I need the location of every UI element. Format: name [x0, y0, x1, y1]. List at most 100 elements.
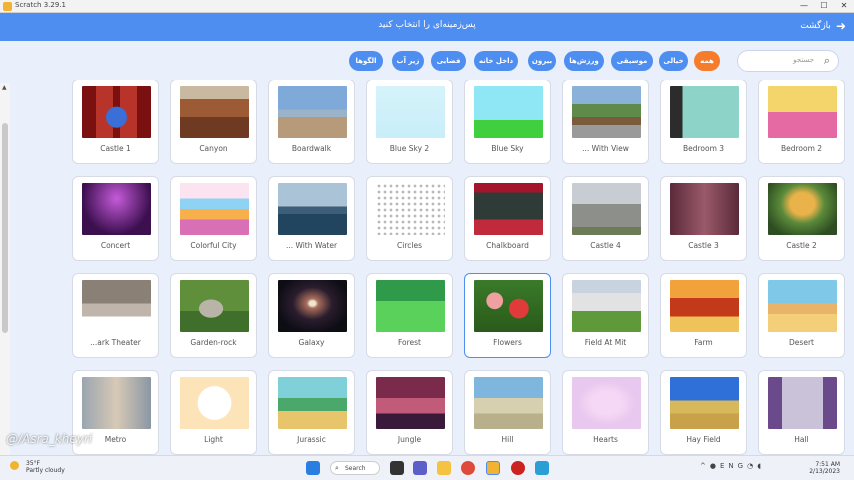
backdrop-thumbnail	[768, 183, 837, 235]
file-explorer-icon[interactable]	[437, 461, 451, 475]
backdrop-thumbnail	[278, 183, 347, 235]
backdrop-thumbnail	[180, 377, 249, 429]
backdrop-label: Blue Sky 2	[389, 144, 430, 153]
filter-pill[interactable]: خیالی	[659, 51, 688, 71]
backdrop-card[interactable]: Galaxy	[268, 273, 355, 358]
backdrop-card[interactable]: Chalkboard	[464, 176, 551, 261]
backdrop-card[interactable]: Forest	[366, 273, 453, 358]
weather-temp: 35°F	[26, 460, 41, 467]
backdrop-label: Castle 2	[786, 241, 817, 250]
backdrop-thumbnail	[474, 183, 543, 235]
backdrop-card[interactable]: Hall	[758, 370, 845, 455]
scrollbar-thumb[interactable]	[2, 123, 8, 333]
search-icon: ⌕	[823, 54, 830, 67]
microphone-icon[interactable]: ●	[710, 462, 720, 470]
backdrop-card[interactable]: Canyon	[170, 80, 257, 164]
backdrop-card[interactable]: ...ark Theater	[72, 273, 159, 358]
teams-icon[interactable]	[413, 461, 427, 475]
backdrop-card[interactable]: Jurassic	[268, 370, 355, 455]
backdrop-card[interactable]: Castle 3	[660, 176, 747, 261]
backdrop-card[interactable]: Hearts	[562, 370, 649, 455]
wifi-icon[interactable]: ◔	[747, 462, 757, 470]
backdrop-card[interactable]: Flowers	[464, 273, 551, 358]
photos-icon[interactable]	[535, 461, 549, 475]
maximize-button[interactable]: ☐	[814, 0, 834, 12]
backdrop-card[interactable]: Colorful City	[170, 176, 257, 261]
backdrop-card[interactable]: Hill	[464, 370, 551, 455]
backdrop-card[interactable]: Castle 2	[758, 176, 845, 261]
scroll-up-icon[interactable]: ▲	[2, 84, 7, 91]
backdrop-thumbnail	[572, 183, 641, 235]
backdrop-card[interactable]: Jungle	[366, 370, 453, 455]
backdrop-card[interactable]: Hay Field	[660, 370, 747, 455]
backdrop-label: Garden-rock	[190, 338, 237, 347]
windows-start-icon[interactable]	[306, 461, 320, 475]
watermark: @/Asra_kheyri	[6, 432, 93, 446]
volume-icon[interactable]: ◖	[757, 462, 765, 470]
filter-pill[interactable]: همه	[694, 51, 720, 71]
backdrop-thumbnail	[82, 183, 151, 235]
backdrop-label: Castle 3	[688, 241, 719, 250]
backdrop-card[interactable]: Castle 1	[72, 80, 159, 164]
language-indicator[interactable]: ENG	[720, 462, 747, 470]
taskbar-search[interactable]: ⌕ Search	[330, 461, 380, 475]
backdrop-thumbnail	[768, 86, 837, 138]
system-tray[interactable]: ^●ENG◔◖	[700, 462, 765, 470]
backdrop-label: Galaxy	[298, 338, 325, 347]
backdrop-card[interactable]: Desert	[758, 273, 845, 358]
weather-desc: Partly cloudy	[26, 467, 65, 474]
clock-time: 7:51 AM	[815, 461, 840, 468]
weather-widget[interactable]: 35°F Partly cloudy	[10, 460, 65, 474]
filter-pill[interactable]: بیرون	[528, 51, 556, 71]
backdrop-thumbnail	[768, 280, 837, 332]
backdrop-card[interactable]: Circles	[366, 176, 453, 261]
backdrop-card[interactable]: Concert	[72, 176, 159, 261]
back-label: بازگشت	[800, 21, 831, 31]
backdrop-thumbnail	[670, 377, 739, 429]
backdrop-thumbnail	[572, 377, 641, 429]
backdrop-card[interactable]: Castle 4	[562, 176, 649, 261]
close-button[interactable]: ✕	[834, 0, 854, 12]
filter-pill[interactable]: موسیقی	[611, 51, 653, 71]
backdrop-thumbnail	[670, 280, 739, 332]
scrollbar[interactable]: ▲	[0, 83, 10, 455]
media-app-icon[interactable]	[511, 461, 525, 475]
arrow-right-icon: ➜	[835, 19, 846, 33]
window-titlebar: Scratch 3.29.1 — ☐ ✕	[0, 0, 854, 13]
filter-pill[interactable]: داخل خانه	[474, 51, 518, 71]
backdrop-card[interactable]: Blue Sky 2	[366, 80, 453, 164]
filter-pill[interactable]: زیر آب	[392, 51, 424, 71]
minimize-button[interactable]: —	[794, 0, 814, 12]
backdrop-label: Colorful City	[190, 241, 237, 250]
backdrop-card[interactable]: Boardwalk	[268, 80, 355, 164]
backdrop-thumbnail	[82, 377, 151, 429]
backdrop-label: Canyon	[199, 144, 228, 153]
backdrop-card[interactable]: Blue Sky	[464, 80, 551, 164]
backdrop-card[interactable]: Garden-rock	[170, 273, 257, 358]
backdrop-card[interactable]: Field At Mit	[562, 273, 649, 358]
backdrop-card[interactable]: Farm	[660, 273, 747, 358]
backdrop-card[interactable]: Bedroom 3	[660, 80, 747, 164]
chevron-up-icon[interactable]: ^	[700, 462, 710, 470]
filter-pill[interactable]: ورزش‌ها	[564, 51, 604, 71]
filter-pill[interactable]: الگوها	[349, 51, 383, 71]
backdrop-card[interactable]: ... With View	[562, 80, 649, 164]
back-button[interactable]: بازگشت ➜	[800, 19, 846, 33]
backdrop-card[interactable]: ... With Water	[268, 176, 355, 261]
chrome-icon[interactable]	[461, 461, 475, 475]
task-view-icon[interactable]	[390, 461, 404, 475]
window-title: Scratch 3.29.1	[15, 1, 66, 9]
scratch-taskbar-icon[interactable]	[486, 461, 500, 475]
clock[interactable]: 7:51 AM 2/13/2023	[809, 461, 840, 475]
search-input[interactable]: جستجو ⌕	[737, 50, 839, 72]
backdrop-thumbnail	[82, 86, 151, 138]
backdrop-label: Light	[204, 435, 223, 444]
backdrop-label: ...ark Theater	[90, 338, 141, 347]
backdrop-label: Boardwalk	[291, 144, 332, 153]
backdrop-label: Blue Sky	[491, 144, 524, 153]
backdrop-card[interactable]: Bedroom 2	[758, 80, 845, 164]
backdrop-thumbnail	[474, 280, 543, 332]
backdrop-card[interactable]: Light	[170, 370, 257, 455]
filter-pill[interactable]: فضایی	[431, 51, 466, 71]
backdrop-label: Hearts	[593, 435, 618, 444]
